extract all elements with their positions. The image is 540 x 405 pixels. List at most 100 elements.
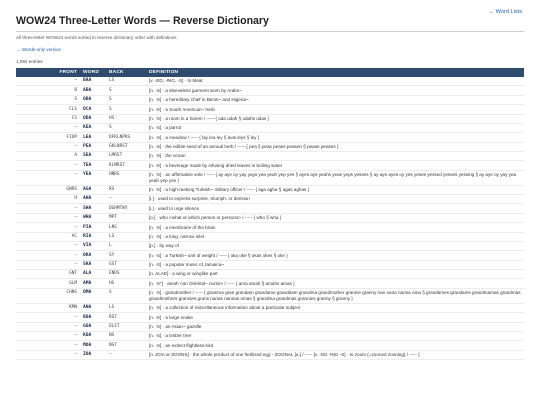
word-cell: OMA bbox=[80, 288, 106, 304]
table-row: – KOA NS [n. -S] · a timber tree bbox=[16, 331, 524, 342]
word-cell: GOA bbox=[80, 322, 106, 332]
definition-cell: [n. -S] · a timber tree bbox=[146, 331, 524, 342]
front-hooks-cell: FIOP bbox=[16, 132, 80, 143]
back-hooks-cell: LS bbox=[106, 303, 146, 314]
front-hooks-cell: – bbox=[16, 340, 80, 351]
front-hooks-cell: – bbox=[16, 331, 80, 342]
front-hooks-cell: GNT bbox=[16, 269, 80, 280]
definition-cell: [n. -S] · a room in a harem / ----- { od… bbox=[146, 114, 524, 124]
word-cell: OKA bbox=[80, 250, 106, 261]
front-hooks-cell: – bbox=[16, 350, 80, 361]
back-hooks-cell: S bbox=[106, 123, 146, 134]
back-hooks-cell: DGHMTWY bbox=[106, 203, 146, 214]
back-hooks-cell: – bbox=[106, 350, 146, 361]
table-row: – TEA KLMRST [n. -S] · a beverage made by i… bbox=[16, 160, 524, 171]
word-cell: WHA bbox=[80, 213, 106, 224]
word-cell: KEA bbox=[80, 123, 106, 134]
definition-cell: [n. -S] · a hereditary chief in Benin~ a… bbox=[146, 95, 524, 106]
front-hooks-cell: A bbox=[16, 151, 80, 162]
page-title: WOW24 Three-Letter Words — Reverse Dicti… bbox=[16, 15, 269, 27]
table-row: AC RIA LS [n. -S] · a long, narrow inlet bbox=[16, 232, 524, 242]
definition-cell: [n. -S] · a long, narrow inlet bbox=[146, 232, 524, 242]
back-hooks-cell: L bbox=[106, 241, 146, 252]
front-hooks-cell: – bbox=[16, 222, 80, 233]
front-hooks-cell: CHNS bbox=[16, 288, 80, 304]
front-hooks-cell: – bbox=[16, 160, 80, 171]
table-row: – WHA MPT [o.] · who <what or which person … bbox=[16, 213, 524, 224]
table-row: – SKA GST [n. -S] · a popular music of Jama… bbox=[16, 260, 524, 271]
definition-cell: [n. ALAE] · a wing or winglike part bbox=[146, 269, 524, 280]
word-cell: RIA bbox=[80, 232, 106, 242]
word-cell: BAA bbox=[80, 77, 106, 87]
table-row: H AHA – [i.] · used to express surprise, tr… bbox=[16, 194, 524, 205]
table-row: – VIA L [p.] · by way of bbox=[16, 241, 524, 252]
word-cell: ANA bbox=[80, 303, 106, 314]
words-only-link[interactable]: → Words-only version bbox=[16, 47, 61, 52]
table-row: CLS OCA S [n. -S] · a South American~ herb bbox=[16, 104, 524, 115]
definition-cell: [n. -S] · an extinct flightless bird bbox=[146, 340, 524, 351]
word-cell: TEA bbox=[80, 160, 106, 171]
word-cell: SHA bbox=[80, 203, 106, 214]
back-hooks-cell: GKLNRST bbox=[106, 142, 146, 153]
front-hooks-cell: GNRS bbox=[16, 185, 80, 196]
header-front: FRONT bbox=[59, 70, 77, 75]
table-row: – PEA GKLNRST [n. -S] · the edible seed of … bbox=[16, 142, 524, 153]
front-hooks-cell: – bbox=[16, 250, 80, 261]
definition-cell: [n. -S] · a parrot bbox=[146, 123, 524, 134]
definition-cell: [n. -S] · the ocean bbox=[146, 151, 524, 162]
back-hooks-cell: KLMRST bbox=[106, 160, 146, 171]
definition-cell: [n. -S] · a Turkish~ unit of weight / --… bbox=[146, 250, 524, 261]
word-cell: ODA bbox=[80, 114, 106, 124]
front-hooks-cell: – bbox=[16, 213, 80, 224]
word-lists-nav[interactable]: ← Word Lists bbox=[489, 9, 522, 15]
table-row: – MOA NST [n. -S] · an extinct flightless b… bbox=[16, 340, 524, 351]
front-hooks-cell: – bbox=[16, 241, 80, 252]
table-row: B ABA S [n. -S] · a sleeveless garment worn… bbox=[16, 85, 524, 96]
definition-cell: [n. -S*] · amah <an Oriental~ nurse> / -… bbox=[146, 278, 524, 289]
entry-count: 1,092 entries bbox=[16, 59, 43, 64]
table-row: – GOA DLST [n. -S] · an Asian~ gazelle bbox=[16, 322, 524, 332]
front-hooks-cell: – bbox=[16, 123, 80, 134]
table-body: – BAA LS [v. -ED, -ING, -S] · to bleat B ABA S… bbox=[16, 77, 524, 361]
front-hooks-cell: – bbox=[16, 312, 80, 323]
word-cell: MOA bbox=[80, 340, 106, 351]
front-hooks-cell: GLM bbox=[16, 278, 80, 289]
front-hooks-cell: – bbox=[16, 322, 80, 332]
table-row: – BOA RST [n. -S] · a large snake bbox=[16, 312, 524, 323]
word-cell: AHA bbox=[80, 194, 106, 205]
word-cell: SEA bbox=[80, 151, 106, 162]
definition-cell: [o.] · who <what or which person or pers… bbox=[146, 213, 524, 224]
back-hooks-cell: DFKLNPRS bbox=[106, 132, 146, 143]
word-cell: ALA bbox=[80, 269, 106, 280]
table-row: CS ODA HS [n. -S] · a room in a harem / ---… bbox=[16, 114, 524, 124]
definition-cell: [n. -S] · an Asian~ gazelle bbox=[146, 322, 524, 332]
back-hooks-cell: S bbox=[106, 95, 146, 106]
back-hooks-cell: HNRS bbox=[106, 170, 146, 186]
front-hooks-cell: – bbox=[16, 142, 80, 153]
back-hooks-cell: NST bbox=[106, 340, 146, 351]
word-cell: BOA bbox=[80, 312, 106, 323]
definition-cell: [n. -S] · a sleeveless garment worn by A… bbox=[146, 85, 524, 96]
table-row: – YEA HNRS [n. -S] · an affirmative vote / … bbox=[16, 170, 524, 186]
word-cell: YEA bbox=[80, 170, 106, 186]
header-word: WORD bbox=[83, 70, 99, 75]
table-row: FIOP LEA DFKLNPRS [n. -S] · a meadow / ----… bbox=[16, 132, 524, 143]
table-row: GNT ALA ENRS [n. ALAE] · a wing or winglike… bbox=[16, 269, 524, 280]
back-hooks-cell: RS bbox=[106, 185, 146, 196]
definition-cell: [n. -S] · a high-ranking Turkish~ milita… bbox=[146, 185, 524, 196]
front-hooks-cell: B bbox=[16, 85, 80, 96]
table-row: – OKA SY [n. -S] · a Turkish~ unit of weigh… bbox=[16, 250, 524, 261]
back-hooks-cell: HS bbox=[106, 114, 146, 124]
table-row: GLM AMA HS [n. -S*] · amah <an Oriental~ nu… bbox=[16, 278, 524, 289]
table-row: – KEA S [n. -S] · a parrot bbox=[16, 123, 524, 134]
table-row: S OBA S [n. -S] · a hereditary chief in Ben… bbox=[16, 95, 524, 106]
back-hooks-cell: NS bbox=[106, 331, 146, 342]
table-row: KMN ANA LS [n. -S] · a collection of miscel… bbox=[16, 303, 524, 314]
word-cell: ABA bbox=[80, 85, 106, 96]
back-hooks-cell: S bbox=[106, 104, 146, 115]
definition-cell: [n. -S] · a South American~ herb bbox=[146, 104, 524, 115]
table-row: – SHA DGHMTWY [i.] · used to urge silence bbox=[16, 203, 524, 214]
word-lists-link[interactable]: ← Word Lists bbox=[489, 9, 522, 15]
front-hooks-cell: AC bbox=[16, 232, 80, 242]
table-row: – BAA LS [v. -ED, -ING, -S] · to bleat bbox=[16, 77, 524, 87]
